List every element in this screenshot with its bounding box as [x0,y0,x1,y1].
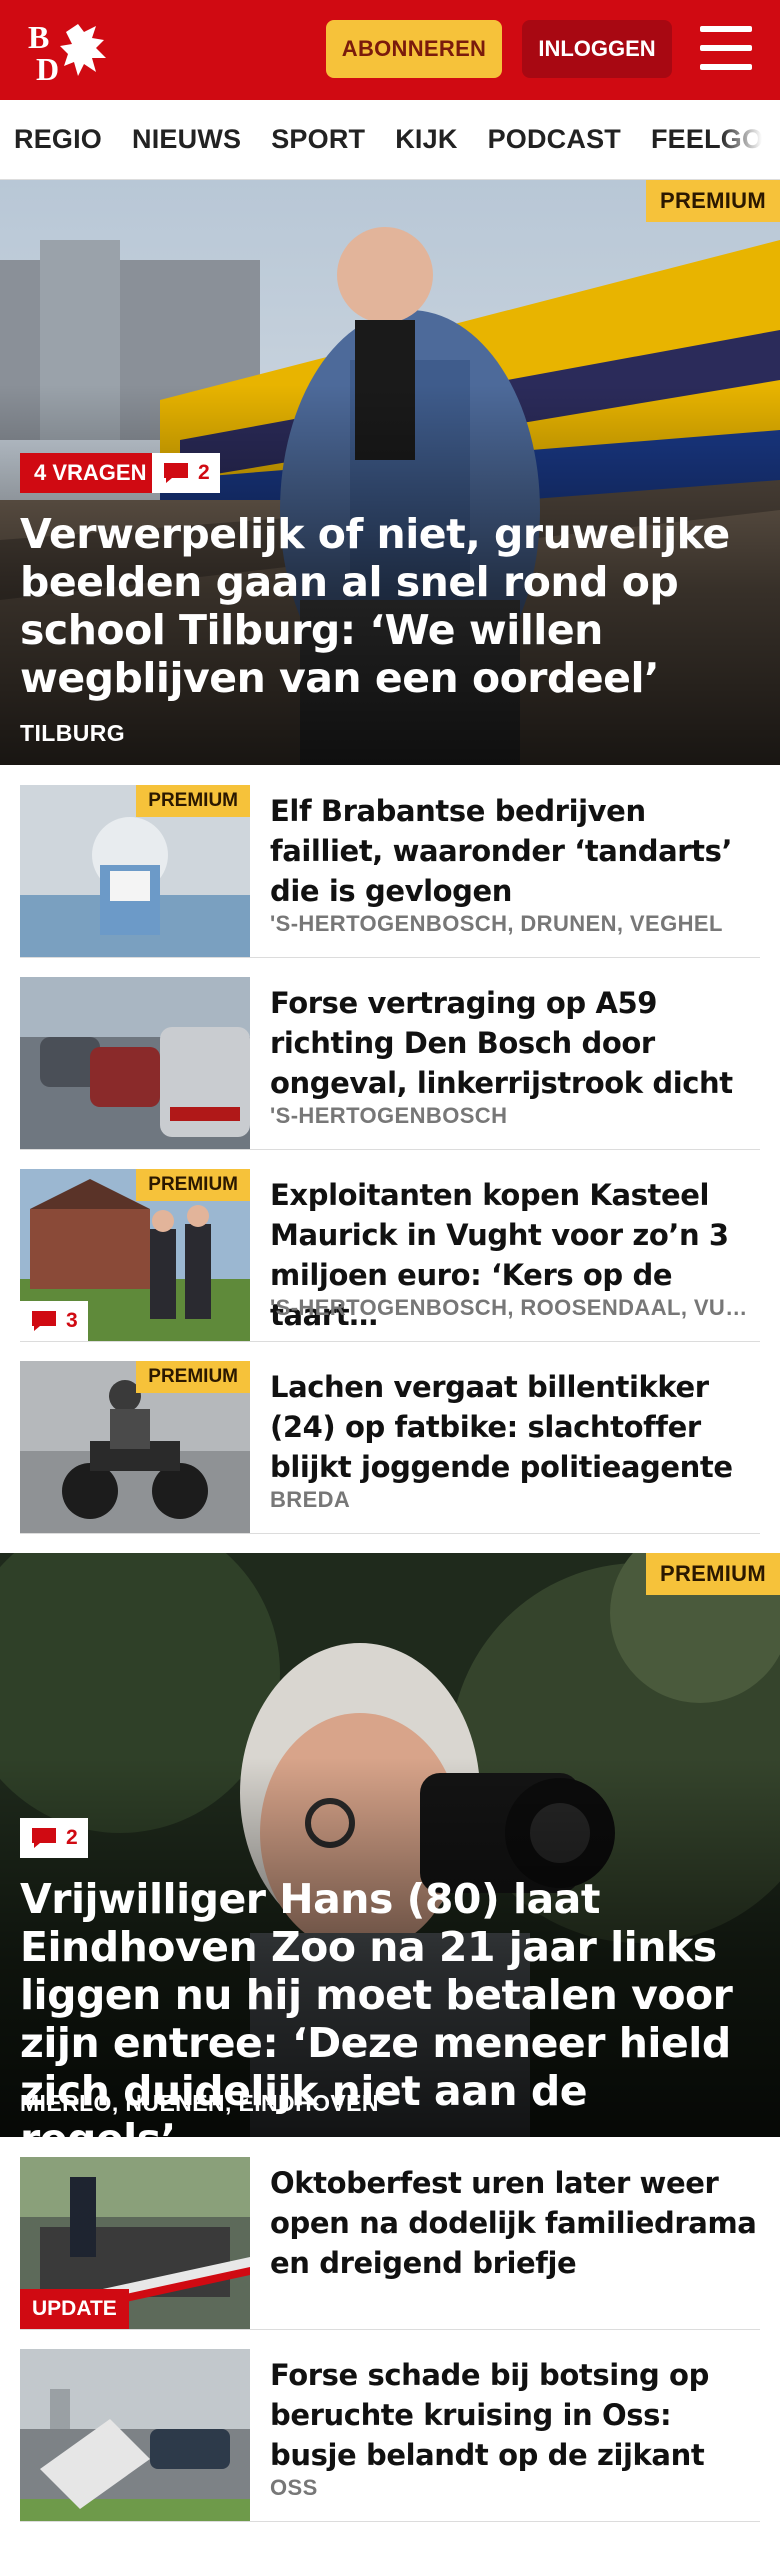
article-location: 'S-HERTOGENBOSCH, ROOSENDAAL, VUGHT [270,1295,750,1320]
svg-text:D: D [36,51,59,84]
divider [20,1149,760,1150]
hero-article-2[interactable]: PREMIUM 2 Vrijwilliger Hans (80) laat Ei… [0,1553,780,2137]
nav-scroll-fade [720,100,780,179]
nav-item-regio[interactable]: REGIO [14,124,102,155]
list-item[interactable]: Forse vertraging op A59 richting Den Bos… [20,977,760,1149]
svg-text:B: B [28,19,49,55]
comment-count-value: 2 [66,1826,78,1849]
update-badge: UPDATE [20,2289,129,2329]
nav-item-nieuws[interactable]: NIEUWS [132,124,241,155]
hero-2-location: MIERLO, NUENEN, EINDHOVEN [20,2090,379,2116]
article-location: OSS [270,2475,318,2500]
premium-badge: PREMIUM [136,1361,250,1393]
comment-count: 3 [20,1301,88,1341]
premium-badge: PREMIUM [646,180,780,222]
divider [20,1341,760,1342]
article-title[interactable]: Lachen vergaat billentikker (24) op fatb… [270,1367,760,1487]
list-item[interactable]: Forse schade bij botsing op beruchte kru… [20,2349,760,2521]
comment-icon [164,463,188,483]
list-item[interactable]: PREMIUM 3 Exploitanten kopen Kasteel Mau… [20,1169,760,1341]
login-button[interactable]: INLOGGEN [522,20,672,78]
divider [20,1533,760,1534]
article-thumbnail [20,977,250,1149]
hero-1-location: TILBURG [20,720,126,746]
section-nav: REGIO NIEUWS SPORT KIJK PODCAST FEELGOOD [0,100,780,180]
article-location: BREDA [270,1487,351,1512]
article-location: 'S-HERTOGENBOSCH, DRUNEN, VEGHEL [270,911,723,936]
nav-item-sport[interactable]: SPORT [271,124,365,155]
comment-count: 2 [20,1818,88,1858]
premium-badge: PREMIUM [136,1169,250,1201]
premium-badge: PREMIUM [646,1553,780,1595]
comment-icon [32,1311,56,1331]
nav-item-kijk[interactable]: KIJK [395,124,457,155]
hamburger-menu-icon[interactable] [700,26,752,70]
article-thumbnail [20,2349,250,2521]
site-header: B D ABONNEREN INLOGGEN [0,0,780,100]
subscribe-button[interactable]: ABONNEREN [326,20,502,78]
hero-article-1[interactable]: PREMIUM 4 VRAGEN 2 Verwerpelijk of niet,… [0,180,780,765]
list-item[interactable]: PREMIUM Lachen vergaat billentikker (24)… [20,1361,760,1533]
article-type-tag: 4 VRAGEN [20,453,161,493]
hero-1-title[interactable]: Verwerpelijk of niet, gruwelijke beelden… [20,510,756,702]
bd-logo[interactable]: B D [26,18,116,84]
list-item[interactable]: UPDATE Oktoberfest uren later weer open … [20,2157,760,2329]
divider [20,2521,760,2522]
article-title[interactable]: Elf Brabantse bedrijven failliet, waaron… [270,791,760,911]
comment-count-value: 3 [66,1309,78,1332]
nav-item-podcast[interactable]: PODCAST [488,124,621,155]
article-title[interactable]: Oktoberfest uren later weer open na dode… [270,2163,760,2283]
comment-count-value: 2 [198,461,210,484]
article-title[interactable]: Forse vertraging op A59 richting Den Bos… [270,983,760,1103]
divider [20,957,760,958]
divider [20,2329,760,2330]
premium-badge: PREMIUM [136,785,250,817]
list-item[interactable]: PREMIUM Elf Brabantse bedrijven failliet… [20,785,760,957]
comment-count: 2 [152,453,220,493]
article-title[interactable]: Forse schade bij botsing op beruchte kru… [270,2355,760,2475]
comment-icon [32,1828,56,1848]
article-location: 'S-HERTOGENBOSCH [270,1103,508,1128]
